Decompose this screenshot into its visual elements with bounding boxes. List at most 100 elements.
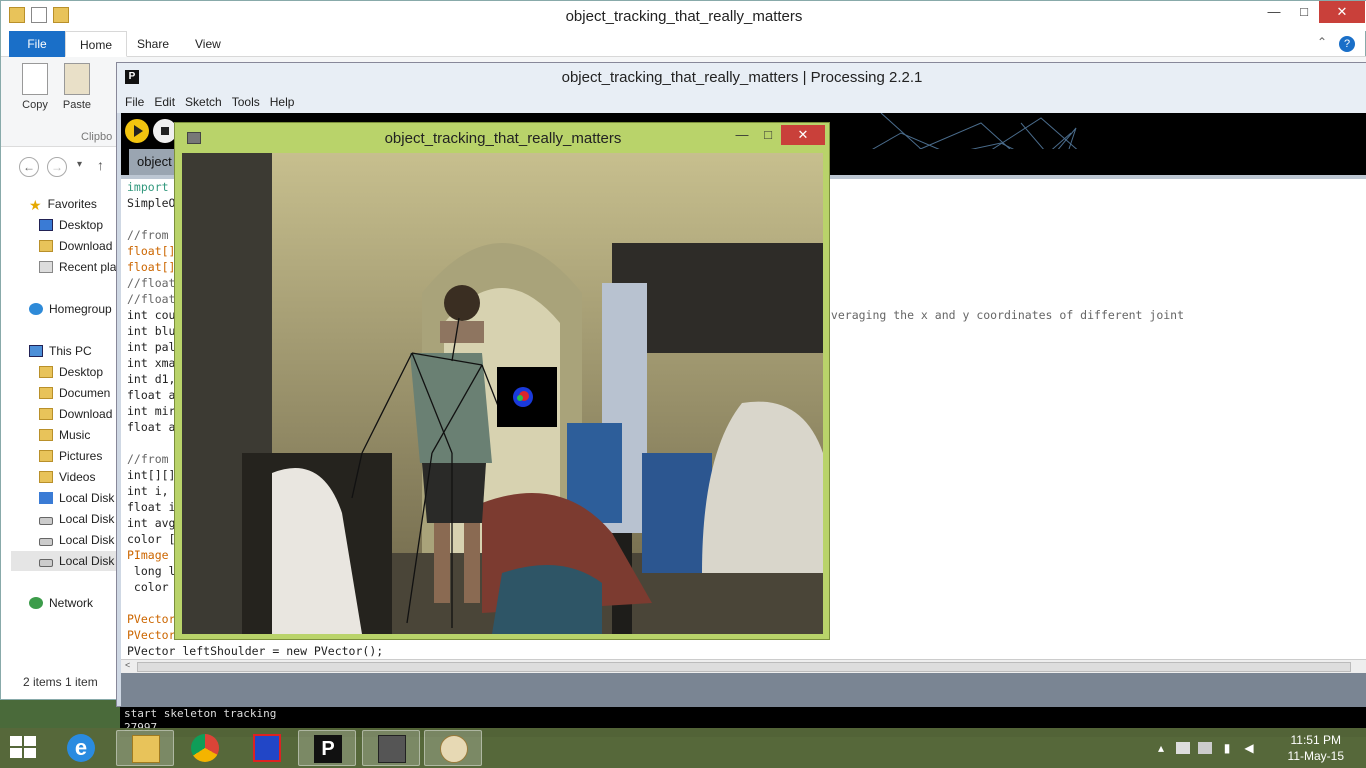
- sketch-title-bar: object_tracking_that_really_matters — □ …: [175, 123, 831, 153]
- code-line: color: [127, 580, 169, 594]
- close-button[interactable]: ✕: [1319, 1, 1365, 23]
- copy-icon: [22, 63, 48, 95]
- menu-file[interactable]: File: [125, 91, 144, 113]
- back-button[interactable]: ←: [19, 157, 39, 177]
- taskbar-chrome[interactable]: [176, 730, 234, 766]
- chevron-up-icon[interactable]: ⌃: [1317, 35, 1327, 49]
- file-explorer-icon: [132, 735, 160, 763]
- battery-icon[interactable]: [1198, 742, 1212, 754]
- forward-button[interactable]: →: [47, 157, 67, 177]
- code-line: import: [127, 180, 169, 194]
- code-line: //from: [127, 228, 169, 242]
- taskbar-ie[interactable]: e: [52, 730, 110, 766]
- desktop-icon: [39, 219, 53, 231]
- code-line: float i: [127, 500, 176, 514]
- tab-home[interactable]: Home: [65, 31, 128, 57]
- internet-explorer-icon: e: [67, 734, 95, 762]
- taskbar: e P ▴ ▮ ◀ 11:51 PM 11-May-15: [0, 728, 1366, 768]
- code-line: int pal: [127, 340, 176, 354]
- paste-button[interactable]: Paste: [55, 63, 99, 111]
- camera-scene: [182, 153, 823, 634]
- maximize-button[interactable]: □: [755, 125, 781, 145]
- code-line: //float: [127, 276, 176, 290]
- system-tray: ▴ ▮ ◀ 11:51 PM 11-May-15: [1146, 728, 1366, 768]
- taskbar-sketch[interactable]: [362, 730, 420, 766]
- code-line: //from: [127, 452, 169, 466]
- sketch-output-window: object_tracking_that_really_matters — □ …: [174, 122, 830, 640]
- ide-title-bar: P object_tracking_that_really_matters | …: [117, 63, 1366, 91]
- folder-icon: [39, 408, 53, 420]
- code-line: int avg: [127, 516, 176, 530]
- sketch-window-controls: — □ ✕: [729, 125, 825, 145]
- network-icon: [29, 597, 43, 609]
- code-comment-fragment: averaging the x and y coordinates of dif…: [824, 308, 1185, 322]
- taskbar-explorer[interactable]: [116, 730, 174, 766]
- minimize-button[interactable]: —: [1259, 1, 1289, 23]
- code-line: SimpleO: [127, 196, 176, 210]
- tab-share[interactable]: Share: [123, 31, 183, 57]
- start-button[interactable]: [10, 736, 38, 760]
- code-line: color [: [127, 532, 176, 546]
- clock[interactable]: 11:51 PM 11-May-15: [1288, 732, 1344, 764]
- scrollbar-thumb[interactable]: [137, 662, 1351, 672]
- code-line: PVector: [127, 612, 176, 626]
- disk-icon: [39, 538, 53, 546]
- explorer-window-controls: — □ ✕: [1259, 1, 1365, 23]
- copy-button[interactable]: Copy: [13, 63, 57, 111]
- tracked-blob-green: [517, 395, 523, 401]
- paste-icon: [64, 63, 90, 95]
- tab-view[interactable]: View: [181, 31, 235, 57]
- code-line: float[]: [127, 244, 176, 258]
- run-button[interactable]: [125, 119, 149, 143]
- close-button[interactable]: ✕: [781, 125, 825, 145]
- horizontal-scrollbar[interactable]: <: [121, 659, 1366, 673]
- ide-menu-bar: File Edit Sketch Tools Help: [117, 91, 1366, 113]
- windows-logo-icon: [10, 736, 22, 746]
- star-icon: ★: [29, 197, 42, 213]
- chevron-left-icon[interactable]: <: [125, 660, 130, 670]
- folder-icon: [39, 450, 53, 462]
- recent-locations-icon[interactable]: ▾: [77, 159, 82, 170]
- action-center-icon[interactable]: [1176, 742, 1190, 754]
- maximize-button[interactable]: □: [1289, 1, 1319, 23]
- code-line: int[][]: [127, 468, 176, 482]
- folder-icon: [39, 387, 53, 399]
- code-line: float a: [127, 420, 176, 434]
- folder-icon: [39, 240, 53, 252]
- code-line: long l: [127, 564, 176, 578]
- taskbar-app-red[interactable]: [238, 730, 296, 766]
- tree-item-disk-4[interactable]: Local Disk: [11, 551, 129, 571]
- menu-sketch[interactable]: Sketch: [185, 91, 222, 113]
- code-line: float[]: [127, 260, 176, 274]
- up-button[interactable]: ↑: [97, 157, 104, 173]
- tab-file[interactable]: File: [9, 31, 65, 57]
- explorer-title: object_tracking_that_really_matters: [565, 8, 803, 25]
- taskbar-processing[interactable]: P: [298, 730, 356, 766]
- code-line: //float: [127, 292, 176, 306]
- code-line: float a: [127, 388, 176, 402]
- recent-places-icon: [39, 261, 53, 273]
- taskbar-paint[interactable]: [424, 730, 482, 766]
- homegroup-icon: [29, 303, 43, 315]
- clipboard-group-label: Clipbo: [81, 131, 113, 143]
- console-line: start skeleton tracking: [124, 707, 277, 720]
- menu-tools[interactable]: Tools: [232, 91, 260, 113]
- menu-edit[interactable]: Edit: [154, 91, 175, 113]
- code-line: int blu: [127, 324, 176, 338]
- explorer-title-bar: object_tracking_that_really_matters — □ …: [1, 1, 1366, 31]
- java-window-icon: [378, 735, 406, 763]
- camera-feed-canvas: [182, 153, 823, 634]
- volume-icon[interactable]: ◀: [1242, 742, 1256, 754]
- code-line: PImage: [127, 548, 169, 562]
- processing-icon: P: [314, 735, 342, 763]
- windows-disk-icon: [39, 492, 53, 504]
- help-icon[interactable]: ?: [1339, 36, 1355, 52]
- menu-help[interactable]: Help: [270, 91, 295, 113]
- code-line: PVector: [127, 628, 176, 642]
- computer-icon: [29, 345, 43, 357]
- network-icon[interactable]: ▮: [1220, 742, 1234, 754]
- disk-icon: [39, 517, 53, 525]
- message-area: [121, 673, 1366, 707]
- minimize-button[interactable]: —: [729, 125, 755, 145]
- chevron-up-icon[interactable]: ▴: [1154, 742, 1168, 754]
